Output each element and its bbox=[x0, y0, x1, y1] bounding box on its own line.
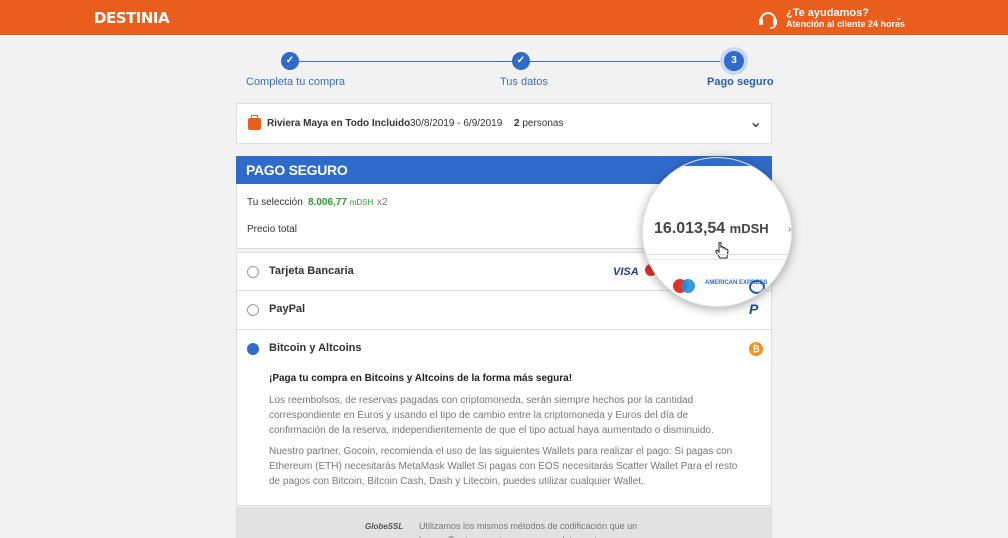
bitcoin-icon: ₿ bbox=[749, 342, 763, 356]
help-menu[interactable]: ¿Te ayudamos? Atención al cliente 24 hor… bbox=[757, 7, 907, 31]
trip-summary[interactable]: Riviera Maya en Todo Incluido 30/8/2019 … bbox=[236, 103, 772, 144]
step-3-number: 3 bbox=[724, 51, 744, 71]
method-bitcoin[interactable]: Bitcoin y Altcoins ₿ bbox=[236, 330, 772, 369]
chevron-down-icon[interactable]: ⌄ bbox=[749, 112, 762, 132]
step-1-check-icon: ✓ bbox=[281, 52, 299, 70]
selection-multiplier: x2 bbox=[377, 197, 388, 208]
radio-bitcoin[interactable] bbox=[247, 343, 259, 355]
selection-amount: 8.006,77 mDSH bbox=[308, 197, 374, 208]
hand-cursor-icon bbox=[715, 242, 729, 259]
diners-icon bbox=[749, 280, 765, 294]
bitcoin-wallets-text: Nuestro partner, Gocoin, recomienda el u… bbox=[269, 446, 738, 487]
suitcase-icon bbox=[248, 115, 261, 130]
trip-dates: 30/8/2019 - 6/9/2019 bbox=[410, 118, 503, 129]
trip-name: Riviera Maya en Todo Incluido bbox=[267, 118, 411, 129]
divider bbox=[643, 259, 791, 260]
step-2-label[interactable]: Tus datos bbox=[500, 76, 548, 88]
step-1-label[interactable]: Completa tu compra bbox=[246, 76, 345, 88]
bitcoin-refund-text: Los reembolsos, de reservas pagadas con … bbox=[269, 395, 714, 436]
selection-label: Tu selección bbox=[247, 197, 303, 208]
method-paypal-label: PayPal bbox=[269, 303, 306, 315]
maestro-icon bbox=[673, 279, 695, 293]
radio-card[interactable] bbox=[247, 266, 259, 278]
total-amount: 16.013,54 mDSH bbox=[654, 220, 769, 237]
top-bar: DESTINIA ¿Te ayudamos? Atención al clien… bbox=[0, 0, 1008, 35]
trip-people: 2 personas bbox=[514, 118, 564, 129]
total-label: Precio total bbox=[247, 224, 298, 235]
help-subtitle: Atención al cliente 24 horas bbox=[786, 19, 906, 29]
bitcoin-details: ¡Paga tu compra en Bitcoins y Altcoins d… bbox=[236, 368, 772, 506]
radio-paypal[interactable] bbox=[247, 304, 259, 316]
security-text: Utilizamos los mismos métodos de codific… bbox=[419, 521, 638, 538]
security-strip: GlobeSSL Utilizamos los mismos métodos d… bbox=[236, 507, 772, 538]
magnifier-overlay: 16.013,54 mDSH › AMERICAN EXPRESS bbox=[642, 157, 792, 307]
step-2-check-icon: ✓ bbox=[512, 52, 530, 70]
destinia-logo[interactable]: DESTINIA bbox=[94, 9, 170, 27]
checkout-steps: ✓ Completa tu compra ✓ Tus datos 3 Pago … bbox=[236, 50, 774, 90]
step-3-label: Pago seguro bbox=[707, 76, 774, 88]
paypal-icon: P bbox=[749, 301, 759, 317]
globessl-badge: GlobeSSL bbox=[365, 522, 404, 531]
chevron-down-icon: ⌄ bbox=[895, 12, 903, 22]
chevron-icon: › bbox=[788, 224, 792, 235]
headset-icon bbox=[759, 12, 777, 29]
method-card-label: Tarjeta Bancaria bbox=[269, 265, 354, 277]
divider bbox=[643, 254, 791, 255]
help-title: ¿Te ayudamos? bbox=[786, 7, 869, 19]
magnified-header-strip bbox=[643, 158, 791, 166]
bitcoin-heading: ¡Paga tu compra en Bitcoins y Altcoins d… bbox=[269, 373, 573, 384]
method-bitcoin-label: Bitcoin y Altcoins bbox=[269, 342, 362, 354]
visa-icon: VISA bbox=[613, 266, 639, 278]
